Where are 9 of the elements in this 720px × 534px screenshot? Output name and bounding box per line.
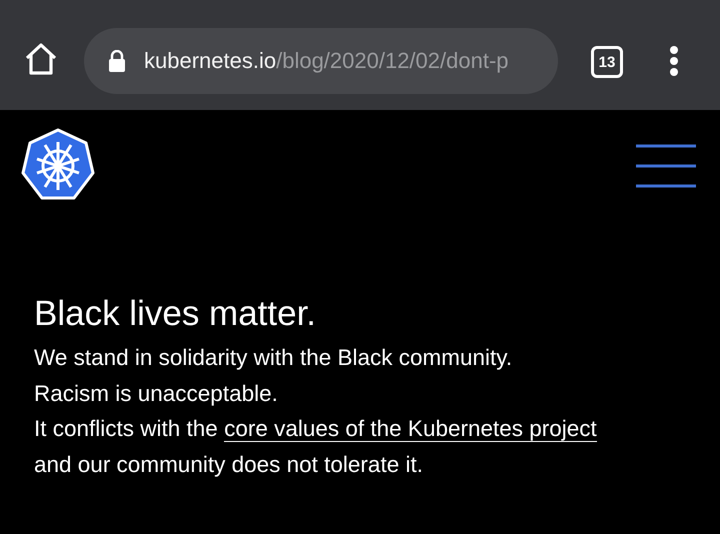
address-bar[interactable]: kubernetes.io/blog/2020/12/02/dont-p [84, 28, 558, 94]
tab-switcher-button[interactable]: 13 [591, 46, 623, 78]
home-icon[interactable] [24, 43, 58, 75]
statement-paragraph: We stand in solidarity with the Black community. Racism is unacceptable. It conflicts with the core values of the Kubernetes project and our community does not tolerate it. [34, 344, 598, 479]
core-values-link[interactable]: core values of the Kubernetes project [224, 416, 597, 442]
banner-heading: Black lives matter. [34, 293, 318, 335]
more-options-icon[interactable] [669, 45, 679, 77]
lock-icon [108, 50, 126, 72]
menu-icon[interactable] [636, 144, 696, 188]
